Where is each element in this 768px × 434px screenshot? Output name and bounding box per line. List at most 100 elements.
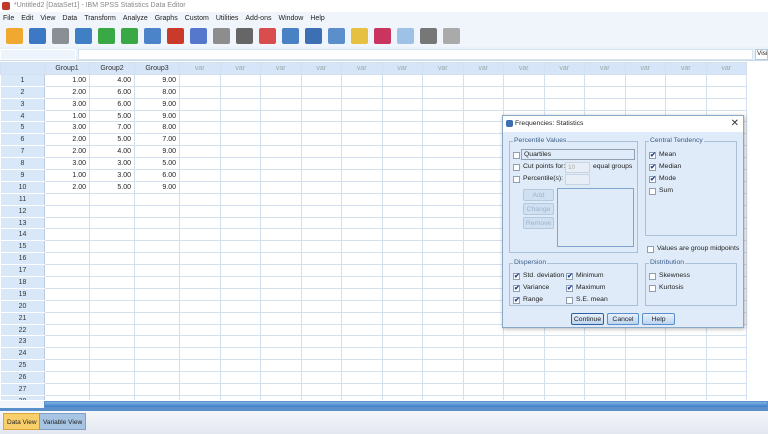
data-cell[interactable]: 1.00 <box>44 73 90 87</box>
row-header[interactable]: 4 <box>0 109 45 123</box>
data-cell[interactable] <box>462 180 504 194</box>
undo-icon[interactable] <box>98 28 115 44</box>
variance-checkbox[interactable]: ✔ <box>513 285 520 292</box>
data-cell[interactable] <box>219 311 261 325</box>
data-cell[interactable] <box>381 323 423 337</box>
data-cell[interactable] <box>422 85 464 99</box>
data-cell[interactable] <box>705 73 747 87</box>
data-cell[interactable] <box>179 97 221 111</box>
data-cell[interactable] <box>584 359 626 373</box>
data-cell[interactable] <box>260 216 302 230</box>
data-cell[interactable] <box>44 383 90 396</box>
data-cell[interactable] <box>584 383 626 396</box>
data-cell[interactable] <box>543 359 585 373</box>
data-cell[interactable] <box>219 216 261 230</box>
menu-file[interactable]: File <box>0 15 18 22</box>
data-cell[interactable]: 9.00 <box>134 73 180 87</box>
continue-button[interactable]: Continue <box>571 313 604 325</box>
row-header[interactable]: 2 <box>0 85 45 99</box>
std-deviation-checkbox[interactable]: ✔ <box>513 273 520 280</box>
menu-graphs[interactable]: Graphs <box>152 15 182 22</box>
data-cell[interactable] <box>89 347 135 361</box>
data-cell[interactable] <box>179 311 221 325</box>
data-cell[interactable] <box>300 97 342 111</box>
data-cell[interactable] <box>381 347 423 361</box>
row-header[interactable]: 20 <box>0 299 45 313</box>
row-header[interactable]: 22 <box>0 323 45 337</box>
column-header[interactable]: var <box>179 62 221 75</box>
column-header[interactable]: var <box>219 62 261 75</box>
data-cell[interactable] <box>219 264 261 278</box>
data-cell[interactable]: 4.00 <box>89 73 135 87</box>
data-cell[interactable] <box>300 192 342 206</box>
data-cell[interactable] <box>89 192 135 206</box>
data-cell[interactable]: 3.00 <box>44 97 90 111</box>
percentiles-checkbox[interactable] <box>513 176 520 183</box>
data-cell[interactable] <box>260 287 302 301</box>
data-cell[interactable]: 1.00 <box>44 109 90 123</box>
use-sets-icon[interactable] <box>397 28 414 44</box>
data-cell[interactable] <box>584 97 626 111</box>
remove-button[interactable]: Remove <box>523 217 554 229</box>
data-cell[interactable] <box>665 359 707 373</box>
data-cell[interactable] <box>705 394 747 400</box>
data-cell[interactable] <box>624 347 666 361</box>
data-cell[interactable] <box>89 335 135 349</box>
data-cell[interactable] <box>624 359 666 373</box>
close-icon[interactable]: ✕ <box>731 118 739 129</box>
data-cell[interactable] <box>179 180 221 194</box>
data-cell[interactable] <box>44 335 90 349</box>
data-cell[interactable] <box>219 204 261 218</box>
data-cell[interactable] <box>341 121 383 135</box>
data-cell[interactable] <box>341 383 383 396</box>
data-cell[interactable]: 7.00 <box>89 121 135 135</box>
data-cell[interactable] <box>219 180 261 194</box>
grid-corner[interactable] <box>0 62 45 75</box>
data-cell[interactable] <box>300 252 342 266</box>
data-cell[interactable] <box>422 73 464 87</box>
data-cell[interactable] <box>503 335 545 349</box>
cut-points-input[interactable]: 10 <box>565 162 590 173</box>
data-cell[interactable] <box>89 240 135 254</box>
data-cell[interactable] <box>462 394 504 400</box>
data-cell[interactable]: 8.00 <box>134 85 180 99</box>
cell-reference-box[interactable] <box>0 49 76 60</box>
column-header[interactable]: var <box>584 62 626 75</box>
data-cell[interactable] <box>341 371 383 385</box>
data-cell[interactable] <box>665 383 707 396</box>
data-cell[interactable] <box>134 228 180 242</box>
data-cell[interactable] <box>422 121 464 135</box>
data-cell[interactable] <box>381 97 423 111</box>
data-cell[interactable] <box>422 264 464 278</box>
data-cell[interactable] <box>381 335 423 349</box>
data-cell[interactable] <box>462 252 504 266</box>
data-cell[interactable] <box>584 394 626 400</box>
data-cell[interactable] <box>260 145 302 159</box>
data-cell[interactable] <box>219 371 261 385</box>
data-cell[interactable] <box>260 276 302 289</box>
data-cell[interactable] <box>341 394 383 400</box>
column-header[interactable]: Group3 <box>134 62 180 75</box>
tab-variable-view[interactable]: Variable View <box>39 413 87 430</box>
data-cell[interactable] <box>179 133 221 147</box>
weight-cases-icon[interactable] <box>328 28 345 44</box>
data-cell[interactable] <box>179 216 221 230</box>
data-cell[interactable] <box>260 133 302 147</box>
data-cell[interactable] <box>300 240 342 254</box>
data-cell[interactable] <box>89 287 135 301</box>
data-cell[interactable] <box>503 383 545 396</box>
data-cell[interactable] <box>300 121 342 135</box>
data-cell[interactable] <box>381 371 423 385</box>
data-cell[interactable] <box>300 311 342 325</box>
data-cell[interactable] <box>381 299 423 313</box>
data-cell[interactable] <box>381 252 423 266</box>
data-cell[interactable] <box>584 73 626 87</box>
data-cell[interactable] <box>179 228 221 242</box>
data-cell[interactable] <box>381 240 423 254</box>
data-cell[interactable] <box>300 347 342 361</box>
data-cell[interactable] <box>179 204 221 218</box>
data-cell[interactable] <box>89 276 135 289</box>
data-cell[interactable]: 9.00 <box>134 180 180 194</box>
data-cell[interactable] <box>341 287 383 301</box>
show-all-variables-icon[interactable] <box>420 28 437 44</box>
